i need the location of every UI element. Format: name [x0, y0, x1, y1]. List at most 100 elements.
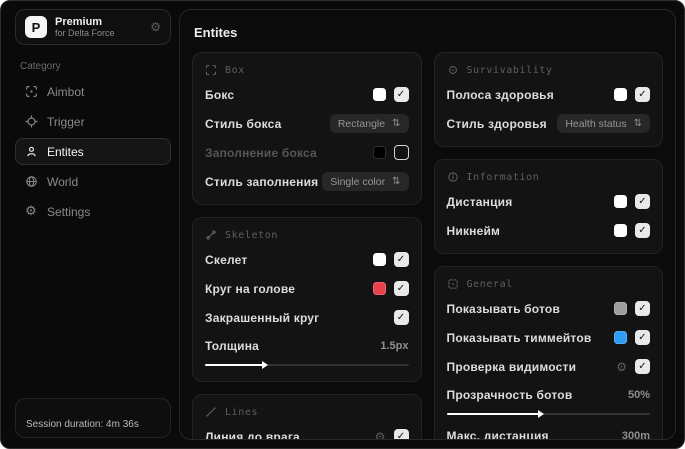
- gear-icon: ⚙: [25, 204, 37, 219]
- app-window: P Premium for Delta Force ⚙ Category Aim…: [0, 0, 685, 449]
- setting-row: Скелет ✓: [205, 249, 409, 270]
- fill-style-dropdown[interactable]: Single color ⇅: [322, 172, 409, 191]
- color-swatch[interactable]: [614, 195, 627, 208]
- color-swatch[interactable]: [372, 282, 386, 295]
- panel-columns: Box Бокс ✓ Стиль бокса Rectangle ⇅ Запол…: [192, 52, 663, 440]
- thickness-slider[interactable]: [205, 361, 409, 369]
- setting-row: Закрашенный круг ✓: [205, 307, 409, 328]
- brand-logo: P: [25, 16, 47, 38]
- lines-panel-header: Lines: [205, 406, 409, 418]
- sidebar-item-settings[interactable]: ⚙ Settings: [15, 198, 171, 225]
- check-icon: ✓: [638, 88, 647, 100]
- sidebar-item-world[interactable]: World: [15, 168, 171, 195]
- skeleton-panel-header: Skeleton: [205, 229, 409, 241]
- general-panel-header: General: [447, 278, 651, 290]
- gear-icon[interactable]: ⚙: [150, 21, 161, 33]
- setting-label: Стиль бокса: [205, 116, 282, 131]
- setting-label: Макс. дистанция: [446, 429, 549, 440]
- check-icon: ✓: [396, 282, 406, 294]
- health-style-dropdown[interactable]: Health status ⇅: [557, 114, 650, 133]
- checkbox[interactable]: ✓: [393, 87, 409, 102]
- slider-thumb[interactable]: [262, 361, 269, 369]
- sort-arrows-icon: ⇅: [392, 176, 401, 187]
- setting-row: Бокс ✓: [205, 84, 409, 105]
- slider-row: Толщина 1.5px: [205, 337, 409, 369]
- box-panel-header: Box: [205, 64, 409, 76]
- checkbox[interactable]: ✓: [635, 87, 650, 102]
- brand-subtitle: for Delta Force: [55, 28, 115, 39]
- sort-arrows-icon: ⇅: [392, 118, 401, 129]
- brand-text: Premium for Delta Force: [55, 16, 142, 39]
- color-swatch[interactable]: [372, 253, 386, 266]
- gear-icon[interactable]: ⚙: [616, 361, 627, 373]
- line-icon: [205, 406, 217, 418]
- general-panel: General Показывать ботов ✓ Показывать ти…: [433, 266, 663, 440]
- setting-label: Закрашенный круг: [205, 310, 320, 325]
- setting-label: Никнейм: [446, 223, 501, 238]
- setting-label: Дистанция: [446, 194, 513, 209]
- check-icon: ✓: [396, 88, 406, 100]
- check-icon: ✓: [638, 302, 647, 314]
- slider-value: 50%: [627, 389, 650, 401]
- page-title: Entites: [194, 25, 238, 40]
- checkbox[interactable]: ✓: [393, 145, 409, 160]
- setting-label: Показывать ботов: [446, 301, 561, 316]
- brand-title: Premium: [55, 15, 103, 28]
- sort-arrows-icon: ⇅: [633, 118, 642, 129]
- checkbox[interactable]: ✓: [393, 429, 409, 439]
- check-icon: ✓: [638, 331, 647, 343]
- checkbox[interactable]: ✓: [635, 359, 650, 374]
- setting-row: Показывать ботов ✓: [446, 298, 650, 319]
- setting-label: Заполнение бокса: [205, 145, 317, 160]
- survivability-panel: Survivability Полоса здоровья ✓ Стиль зд…: [433, 52, 663, 147]
- setting-row: Заполнение бокса ✓: [205, 142, 409, 163]
- checkbox[interactable]: ✓: [393, 310, 409, 325]
- sidebar-item-label: Aimbot: [47, 84, 85, 99]
- setting-label: Линия до врага: [205, 429, 300, 440]
- sidebar-item-aimbot[interactable]: Aimbot: [15, 78, 171, 105]
- setting-label: Стиль заполнения: [205, 174, 319, 189]
- color-swatch[interactable]: [372, 88, 386, 101]
- sidebar-item-trigger[interactable]: Trigger: [15, 108, 171, 135]
- category-label: Category: [20, 61, 61, 72]
- check-icon: ✓: [638, 224, 647, 236]
- color-swatch[interactable]: [614, 331, 627, 344]
- color-swatch[interactable]: [614, 302, 627, 315]
- setting-label: Круг на голове: [205, 281, 296, 296]
- check-icon: ✓: [396, 253, 406, 265]
- color-swatch[interactable]: [614, 88, 627, 101]
- sidebar-item-label: Trigger: [47, 114, 85, 129]
- session-duration: Session duration: 4m 36s: [26, 419, 139, 430]
- sidebar-nav: Aimbot Trigger Entites World ⚙ Settings: [15, 78, 171, 225]
- box-panel: Box Бокс ✓ Стиль бокса Rectangle ⇅ Запол…: [192, 52, 422, 205]
- slider-row: Прозрачность ботов 50%: [446, 386, 650, 418]
- gear-icon[interactable]: ⚙: [375, 431, 386, 440]
- right-column: Survivability Полоса здоровья ✓ Стиль зд…: [433, 52, 663, 440]
- checkbox[interactable]: ✓: [635, 330, 650, 345]
- bone-icon: [205, 229, 217, 241]
- survivability-panel-header: Survivability: [447, 64, 651, 76]
- sidebar-item-entites[interactable]: Entites: [15, 138, 171, 165]
- checkbox[interactable]: ✓: [635, 223, 650, 238]
- sidebar-item-label: Settings: [47, 204, 91, 219]
- skeleton-panel: Skeleton Скелет ✓ Круг на голове ✓ Закра…: [192, 217, 422, 382]
- brand-card: P Premium for Delta Force ⚙: [15, 9, 171, 45]
- bot-opacity-slider[interactable]: [446, 410, 650, 418]
- checkbox[interactable]: ✓: [635, 301, 650, 316]
- setting-label: Скелет: [205, 252, 248, 267]
- color-swatch[interactable]: [372, 146, 386, 159]
- slider-value: 300m: [621, 430, 650, 440]
- color-swatch[interactable]: [614, 224, 627, 237]
- slider-thumb[interactable]: [538, 410, 545, 418]
- setting-row: Показывать тиммейтов ✓: [446, 327, 650, 348]
- checkbox[interactable]: ✓: [393, 281, 409, 296]
- setting-row: Никнейм ✓: [446, 220, 650, 241]
- checkbox[interactable]: ✓: [635, 194, 650, 209]
- setting-row: Стиль здоровья Health status ⇅: [447, 113, 650, 134]
- checkbox[interactable]: ✓: [393, 252, 409, 267]
- box-style-dropdown[interactable]: Rectangle ⇅: [329, 114, 409, 133]
- setting-label: Проверка видимости: [446, 359, 577, 374]
- setting-label: Показывать тиммейтов: [446, 330, 592, 345]
- setting-row: Стиль заполнения Single color ⇅: [205, 171, 409, 192]
- setting-label: Бокс: [205, 87, 235, 102]
